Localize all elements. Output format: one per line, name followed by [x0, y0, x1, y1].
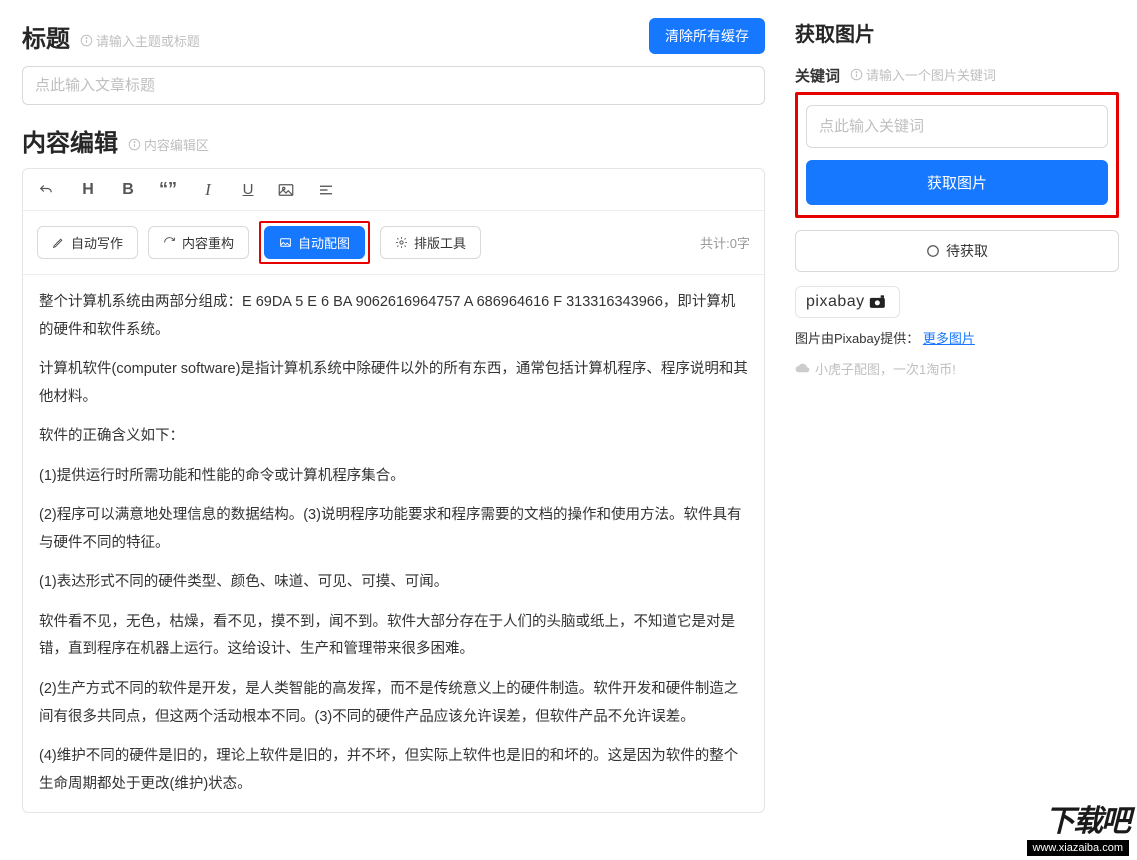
word-count: 共计:0字: [700, 233, 750, 252]
paragraph: (2)程序可以满意地处理信息的数据结构。(3)说明程序功能要求和程序需要的文档的…: [39, 502, 748, 557]
italic-icon[interactable]: I: [197, 180, 219, 200]
paragraph: 软件的正确含义如下：: [39, 423, 748, 451]
info-icon: [128, 138, 141, 151]
keyword-hint: 请输入一个图片关键词: [850, 65, 996, 84]
heading-icon[interactable]: H: [77, 181, 99, 199]
title-label: 标题: [22, 26, 70, 53]
camera-icon: [869, 295, 889, 309]
layout-tool-button[interactable]: 排版工具: [380, 226, 481, 259]
quote-icon[interactable]: “”: [157, 179, 179, 200]
auto-write-button[interactable]: 自动写作: [37, 226, 138, 259]
action-toolbar: 自动写作 内容重构 自动配图 排版工具 共计:0字: [23, 211, 764, 275]
image-icon[interactable]: [277, 181, 299, 199]
paragraph: 整个计算机系统由两部分组成：E 69DA 5 E 6 BA 9062616964…: [39, 289, 748, 344]
paragraph: (1)表达形式不同的硬件类型、颜色、味道、可见、可摸、可闻。: [39, 569, 748, 597]
cloud-icon: [795, 361, 810, 376]
tip-line: 小虎子配图，一次1淘币!: [795, 359, 1119, 378]
image-sidebar: 获取图片 关键词 请输入一个图片关键词 获取图片 待获取 pixabay 图片由…: [787, 0, 1137, 860]
auto-image-button[interactable]: 自动配图: [264, 226, 365, 259]
content-header: 内容编辑 内容编辑区: [22, 123, 765, 158]
provider-line: 图片由Pixabay提供： 更多图片: [795, 328, 1119, 347]
editor: H B “” I U 自动写作 内容重构: [22, 168, 765, 813]
article-title-input[interactable]: [22, 66, 765, 105]
title-header: 标题 请输入主题或标题 清除所有缓存: [22, 18, 765, 54]
paragraph: (2)生产方式不同的软件是开发，是人类智能的高发挥，而不是传统意义上的硬件制造。…: [39, 676, 748, 731]
keyword-input[interactable]: [806, 105, 1108, 148]
highlight-auto-image: 自动配图: [259, 221, 370, 264]
watermark: 下载吧 www.xiazaiba.com: [1027, 796, 1129, 856]
paragraph: 软件看不见，无色，枯燥，看不见，摸不到，闻不到。软件大部分存在于人们的头脑或纸上…: [39, 609, 748, 664]
fetch-images-button[interactable]: 获取图片: [806, 160, 1108, 205]
bold-icon[interactable]: B: [117, 181, 139, 199]
paragraph: 计算机软件(computer software)是指计算机系统中除硬件以外的所有…: [39, 356, 748, 411]
pending-button[interactable]: 待获取: [795, 230, 1119, 272]
paragraph: (4)维护不同的硬件是旧的，理论上软件是旧的，并不坏，但实际上软件也是旧的和坏的…: [39, 743, 748, 798]
main-column: 标题 请输入主题或标题 清除所有缓存 内容编辑 内容编辑区 H: [0, 0, 787, 860]
highlight-fetch-panel: 获取图片: [795, 92, 1119, 218]
settings-icon: [395, 236, 408, 249]
content-hint: 内容编辑区: [128, 135, 209, 154]
info-icon: [80, 34, 93, 47]
image-panel-title: 获取图片: [795, 18, 1119, 47]
restructure-button[interactable]: 内容重构: [148, 226, 249, 259]
editor-content[interactable]: 整个计算机系统由两部分组成：E 69DA 5 E 6 BA 9062616964…: [23, 275, 764, 812]
format-toolbar: H B “” I U: [23, 169, 764, 211]
undo-icon[interactable]: [37, 181, 59, 199]
paragraph: (1)提供运行时所需功能和性能的命令或计算机程序集合。: [39, 463, 748, 491]
more-images-link[interactable]: 更多图片: [923, 331, 975, 346]
circle-icon: [926, 244, 940, 258]
image-icon: [279, 236, 292, 249]
underline-icon[interactable]: U: [237, 181, 259, 198]
clear-cache-button[interactable]: 清除所有缓存: [649, 18, 765, 54]
refresh-icon: [163, 236, 176, 249]
pixabay-badge: pixabay: [795, 286, 900, 318]
keyword-label: 关键词: [795, 68, 840, 85]
align-icon[interactable]: [317, 181, 339, 199]
pencil-icon: [52, 236, 65, 249]
content-label: 内容编辑: [22, 130, 118, 157]
info-icon: [850, 68, 863, 81]
title-hint: 请输入主题或标题: [80, 31, 200, 50]
